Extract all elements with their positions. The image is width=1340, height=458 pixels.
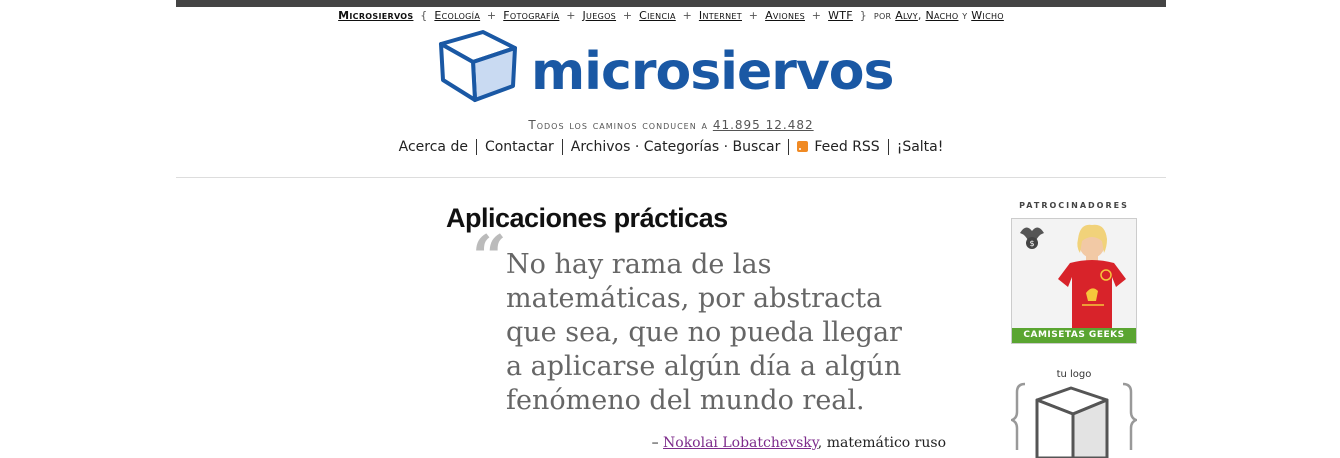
svg-text:$: $ [1029,239,1034,248]
category-link-aviones[interactable]: Aviones [765,9,805,22]
logo-wordmark: microsiervos [531,42,894,102]
attribution-dash: – [651,435,664,451]
tshirt-model-image: $ [1012,219,1136,329]
plus-separator: + [682,9,693,22]
tagline: Todos los caminos conducen a 41.895 12.4… [176,118,1166,132]
quote-mark-icon: “ [472,223,507,293]
rss-icon [797,141,809,152]
close-brace: } [859,9,868,22]
top-bar [176,0,1166,7]
attribution-author-link[interactable]: Nokolai Lobatchevsky [663,435,818,451]
your-logo-placeholder-icon[interactable] [1011,378,1137,458]
nav-contact[interactable]: Contactar [475,139,562,155]
category-link-fotografia[interactable]: Fotografía [503,9,559,22]
author-link-alvy[interactable]: Alvy [895,9,918,22]
nav-about[interactable]: Acerca de [391,139,476,155]
plus-separator: + [486,9,497,22]
plus-separator: + [748,9,759,22]
author-separator: y [962,9,968,22]
plus-separator: + [811,9,822,22]
sponsors-label: PATROCINADORES [1019,201,1129,210]
ad-banner-label: CAMISETAS GEEKS [1012,328,1136,343]
post-quote: No hay rama de las matemáticas, por abst… [506,249,902,416]
category-link-wtf[interactable]: WTF [828,9,853,22]
quote-attribution: – Nokolai Lobatchevsky, matemático ruso [506,435,946,451]
category-link-ecologia[interactable]: Ecología [434,9,480,22]
nav-feed-label: Feed RSS [814,139,880,155]
cube-logo-icon [439,30,517,102]
category-link-juegos[interactable]: Juegos [583,9,617,22]
sponsor-ad-banner[interactable]: $ CAMISETAS GEEKS [1011,218,1137,344]
header-divider [176,177,1166,178]
top-links-bar: Microsiervos { Ecología + Fotografía + J… [176,9,1166,22]
author-link-wicho[interactable]: Wicho [971,9,1004,22]
site-logo[interactable]: microsiervos [437,28,917,104]
open-brace: { [420,9,428,22]
brand-link[interactable]: Microsiervos [338,9,413,22]
attribution-rest: , matemático ruso [817,435,946,451]
category-link-internet[interactable]: Internet [699,9,742,22]
nav-archives-categories-search[interactable]: Archivos · Categorías · Buscar [561,139,789,155]
category-link-ciencia[interactable]: Ciencia [639,9,676,22]
tagline-coordinates-link[interactable]: 41.895 12.482 [713,118,814,132]
nav-jump[interactable]: ¡Salta! [887,139,952,155]
nav-feed-rss[interactable]: Feed RSS [788,139,887,155]
author-separator: , [917,9,922,22]
plus-separator: + [566,9,576,22]
tagline-text: Todos los caminos conducen a [528,118,713,132]
author-link-nacho[interactable]: Nacho [925,9,958,22]
main-nav: Acerca de Contactar Archivos · Categorías … [176,139,1166,155]
plus-separator: + [622,9,633,22]
by-label: por [873,9,892,22]
